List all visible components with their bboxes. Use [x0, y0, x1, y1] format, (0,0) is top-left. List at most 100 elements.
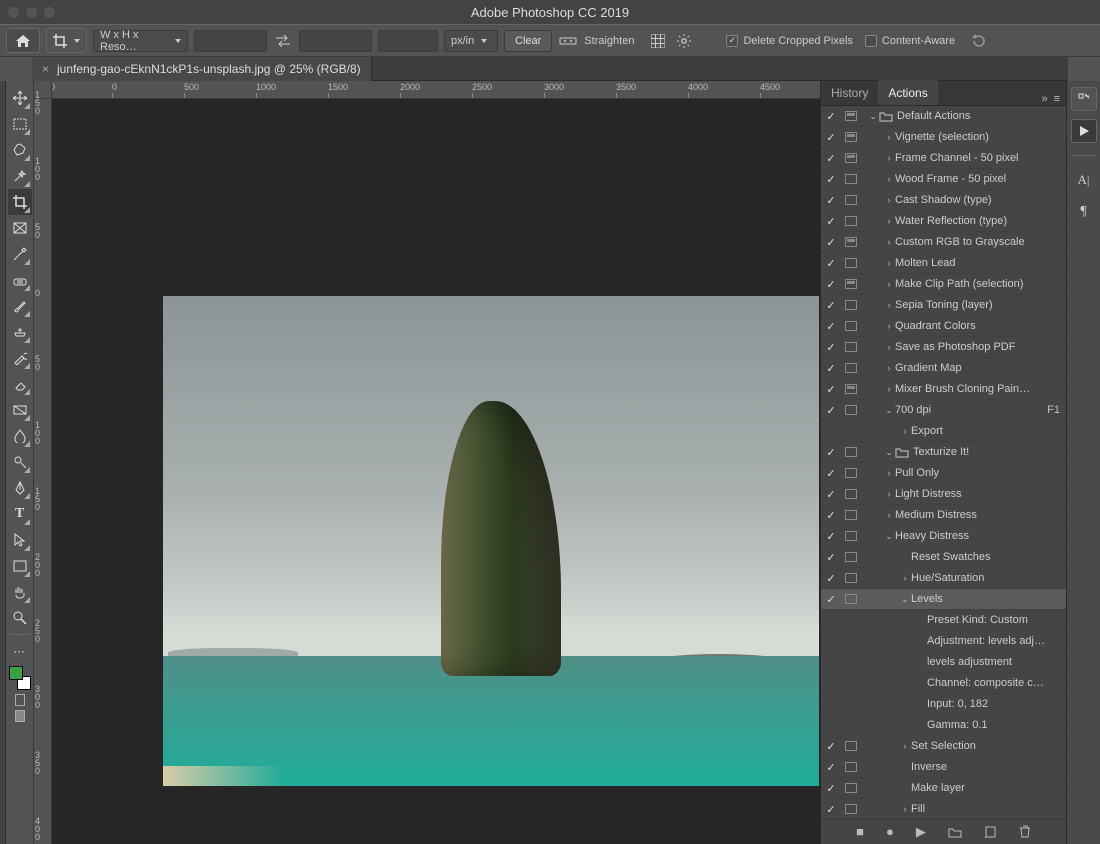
straighten-icon[interactable]	[558, 30, 578, 52]
action-toggle-check[interactable]: ✓	[821, 257, 841, 270]
action-dialog-toggle[interactable]	[841, 510, 861, 520]
action-dialog-toggle[interactable]	[841, 405, 861, 415]
action-dialog-toggle[interactable]	[841, 195, 861, 205]
delete-cropped-checkbox[interactable]	[726, 35, 738, 47]
action-dialog-toggle[interactable]	[841, 279, 861, 289]
dock-button-play[interactable]	[1071, 119, 1097, 143]
action-row[interactable]: ✓›Mixer Brush Cloning Pain…	[821, 379, 1066, 400]
action-dialog-toggle[interactable]	[841, 468, 861, 478]
overlay-grid-icon[interactable]	[648, 30, 668, 52]
new-action-icon[interactable]	[984, 826, 997, 838]
chevron-right-icon[interactable]: ›	[883, 216, 895, 226]
action-dialog-toggle[interactable]	[841, 363, 861, 373]
action-toggle-check[interactable]: ✓	[821, 509, 841, 522]
action-toggle-check[interactable]: ✓	[821, 215, 841, 228]
color-swatches[interactable]	[9, 666, 31, 690]
play-icon[interactable]: ▶	[916, 824, 926, 840]
chevron-right-icon[interactable]: ›	[883, 174, 895, 184]
stop-icon[interactable]: ■	[856, 824, 864, 839]
action-row[interactable]: Input: 0, 182	[821, 694, 1066, 715]
action-toggle-check[interactable]: ✓	[821, 320, 841, 333]
chevron-right-icon[interactable]: ›	[899, 426, 911, 436]
action-dialog-toggle[interactable]	[841, 531, 861, 541]
action-row[interactable]: Gamma: 0.1	[821, 715, 1066, 736]
action-toggle-check[interactable]: ✓	[821, 530, 841, 543]
action-toggle-check[interactable]: ✓	[821, 131, 841, 144]
action-row[interactable]: ✓›Wood Frame - 50 pixel	[821, 169, 1066, 190]
eyedropper-tool[interactable]	[8, 241, 32, 267]
action-row[interactable]: ✓›Medium Distress	[821, 505, 1066, 526]
chevron-right-icon[interactable]: ›	[883, 279, 895, 289]
action-row[interactable]: ✓›Pull Only	[821, 463, 1066, 484]
straighten-label[interactable]: Straighten	[584, 35, 634, 47]
action-toggle-check[interactable]: ✓	[821, 782, 841, 795]
chevron-down-icon[interactable]: ⌄	[899, 594, 911, 605]
action-row[interactable]: ✓⌄700 dpiF1	[821, 400, 1066, 421]
magic-wand-tool[interactable]	[8, 163, 32, 189]
action-row[interactable]: ✓›Custom RGB to Grayscale	[821, 232, 1066, 253]
action-dialog-toggle[interactable]	[841, 174, 861, 184]
action-row[interactable]: ✓›Set Selection	[821, 736, 1066, 757]
foreground-color-swatch[interactable]	[9, 666, 23, 680]
action-row[interactable]: ✓›Cast Shadow (type)	[821, 190, 1066, 211]
chevron-right-icon[interactable]: ›	[883, 489, 895, 499]
brush-tool[interactable]	[8, 293, 32, 319]
screen-mode-toggle[interactable]	[8, 710, 32, 722]
move-tool[interactable]	[8, 85, 32, 111]
chevron-right-icon[interactable]: ›	[883, 363, 895, 373]
action-dialog-toggle[interactable]	[841, 804, 861, 814]
path-selection-tool[interactable]	[8, 527, 32, 553]
action-toggle-check[interactable]: ✓	[821, 761, 841, 774]
action-dialog-toggle[interactable]	[841, 594, 861, 604]
action-row[interactable]: ✓›Molten Lead	[821, 253, 1066, 274]
hand-tool[interactable]	[8, 579, 32, 605]
action-row[interactable]: ✓›Light Distress	[821, 484, 1066, 505]
action-toggle-check[interactable]: ✓	[821, 236, 841, 249]
new-set-folder-icon[interactable]	[948, 826, 962, 838]
actions-list[interactable]: ✓⌄Default Actions✓›Vignette (selection)✓…	[821, 106, 1066, 818]
chevron-right-icon[interactable]: ›	[899, 741, 911, 751]
action-row[interactable]: ✓›Fill	[821, 799, 1066, 818]
horizontal-ruler[interactable]: 500050010001500200025003000350040004500	[52, 81, 820, 99]
resolution-unit-dropdown[interactable]: px/in	[444, 30, 498, 52]
swap-dimensions-icon[interactable]	[273, 30, 293, 52]
maximize-window-icon[interactable]	[44, 7, 55, 18]
chevron-right-icon[interactable]: ›	[883, 510, 895, 520]
action-row[interactable]: ✓›Water Reflection (type)	[821, 211, 1066, 232]
tab-actions[interactable]: Actions	[878, 80, 937, 105]
action-toggle-check[interactable]: ✓	[821, 551, 841, 564]
action-row[interactable]: Adjustment: levels adj…	[821, 631, 1066, 652]
action-row[interactable]: ✓›Make Clip Path (selection)	[821, 274, 1066, 295]
action-row[interactable]: ✓›Gradient Map	[821, 358, 1066, 379]
action-row[interactable]: ✓Reset Swatches	[821, 547, 1066, 568]
chevron-right-icon[interactable]: ›	[883, 258, 895, 268]
clone-stamp-tool[interactable]	[8, 319, 32, 345]
close-document-icon[interactable]: ×	[42, 62, 49, 76]
edit-toolbar-icon[interactable]: ⋯	[8, 638, 32, 664]
action-toggle-check[interactable]: ✓	[821, 110, 841, 123]
action-toggle-check[interactable]: ✓	[821, 299, 841, 312]
blur-tool[interactable]	[8, 423, 32, 449]
chevron-down-icon[interactable]: ⌄	[867, 111, 879, 122]
action-toggle-check[interactable]: ✓	[821, 572, 841, 585]
chevron-right-icon[interactable]: ›	[883, 153, 895, 163]
chevron-right-icon[interactable]: ›	[883, 132, 895, 142]
crop-tool-indicator[interactable]	[46, 28, 87, 53]
quick-mask-toggle[interactable]	[8, 694, 32, 706]
action-toggle-check[interactable]: ✓	[821, 383, 841, 396]
panel-collapse-icon[interactable]: »	[1041, 93, 1047, 105]
action-toggle-check[interactable]: ✓	[821, 362, 841, 375]
content-aware-checkbox[interactable]	[865, 35, 877, 47]
chevron-right-icon[interactable]: ›	[883, 468, 895, 478]
record-icon[interactable]: ●	[886, 824, 894, 839]
action-row[interactable]: ✓Make layer	[821, 778, 1066, 799]
action-dialog-toggle[interactable]	[841, 216, 861, 226]
action-row[interactable]: ✓⌄Default Actions	[821, 106, 1066, 127]
dock-button-presets[interactable]	[1071, 87, 1097, 111]
chevron-down-icon[interactable]: ⌄	[883, 531, 895, 542]
action-toggle-check[interactable]: ✓	[821, 152, 841, 165]
action-toggle-check[interactable]: ✓	[821, 194, 841, 207]
chevron-right-icon[interactable]: ›	[899, 804, 911, 814]
action-toggle-check[interactable]: ✓	[821, 740, 841, 753]
action-dialog-toggle[interactable]	[841, 489, 861, 499]
